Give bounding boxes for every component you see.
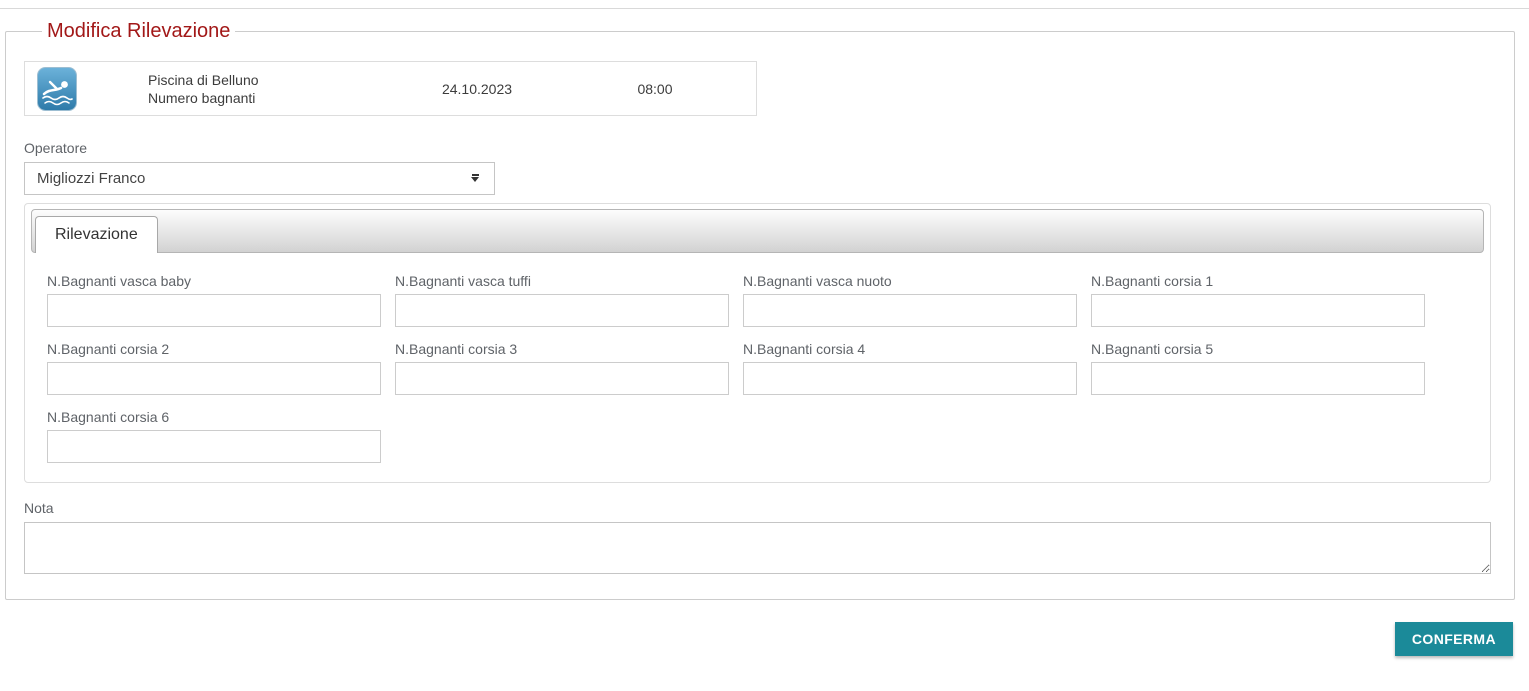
rilevazione-form-grid: N.Bagnanti vasca baby N.Bagnanti vasca t… [25,253,1490,482]
top-divider [0,8,1529,9]
field-label: N.Bagnanti corsia 1 [1091,273,1214,289]
input-bagnanti-corsia-1[interactable] [1091,294,1425,327]
survey-time: 08:00 [637,80,673,97]
field-label: N.Bagnanti vasca baby [47,273,191,289]
field-label: N.Bagnanti corsia 5 [1091,341,1214,357]
operator-selected-value: Migliozzi Franco [37,170,146,187]
swimmer-icon [37,66,77,111]
input-bagnanti-corsia-4[interactable] [743,362,1077,395]
field-vasca-baby: N.Bagnanti vasca baby [47,273,381,327]
survey-summary-card: Piscina di Belluno Numero bagnanti 24.10… [24,61,757,116]
field-label: N.Bagnanti corsia 2 [47,341,170,357]
input-bagnanti-vasca-tuffi[interactable] [395,294,729,327]
survey-type: Numero bagnanti [148,89,256,106]
rilevazione-tab-panel: Rilevazione N.Bagnanti vasca baby N.Bagn… [24,203,1491,483]
note-label: Nota [24,500,54,516]
survey-title: Piscina di Belluno Numero bagnanti [148,71,378,107]
actions-row: CONFERMA [0,622,1513,656]
tab-rilevazione[interactable]: Rilevazione [35,216,158,253]
field-label: N.Bagnanti corsia 3 [395,341,518,357]
input-bagnanti-corsia-2[interactable] [47,362,381,395]
input-bagnanti-corsia-5[interactable] [1091,362,1425,395]
operator-select[interactable]: Migliozzi Franco [24,162,495,195]
field-label: N.Bagnanti vasca nuoto [743,273,892,289]
operator-label: Operatore [24,140,88,156]
field-vasca-tuffi: N.Bagnanti vasca tuffi [395,273,729,327]
confirm-button[interactable]: CONFERMA [1394,622,1513,656]
note-block: Nota [24,500,1496,574]
field-corsia-2: N.Bagnanti corsia 2 [47,341,381,395]
operator-block: Operatore Migliozzi Franco [24,140,1496,195]
field-corsia-5: N.Bagnanti corsia 5 [1091,341,1425,395]
tab-strip: Rilevazione [31,209,1484,253]
field-corsia-1: N.Bagnanti corsia 1 [1091,273,1425,327]
field-corsia-6: N.Bagnanti corsia 6 [47,409,381,463]
input-bagnanti-corsia-6[interactable] [47,430,381,463]
page-title: Modifica Rilevazione [47,20,231,42]
modifica-rilevazione-fieldset: Modifica Rilevazione Piscina di Belluno … [5,20,1515,600]
input-bagnanti-corsia-3[interactable] [395,362,729,395]
field-label: N.Bagnanti corsia 6 [47,409,170,425]
field-corsia-3: N.Bagnanti corsia 3 [395,341,729,395]
field-label: N.Bagnanti corsia 4 [743,341,866,357]
chevron-down-icon [471,174,480,183]
field-corsia-4: N.Bagnanti corsia 4 [743,341,1077,395]
input-bagnanti-vasca-nuoto[interactable] [743,294,1077,327]
input-bagnanti-vasca-baby[interactable] [47,294,381,327]
field-label: N.Bagnanti vasca tuffi [395,273,531,289]
field-vasca-nuoto: N.Bagnanti vasca nuoto [743,273,1077,327]
note-textarea[interactable] [24,522,1491,574]
survey-date: 24.10.2023 [441,80,513,97]
survey-location: Piscina di Belluno [148,71,259,88]
